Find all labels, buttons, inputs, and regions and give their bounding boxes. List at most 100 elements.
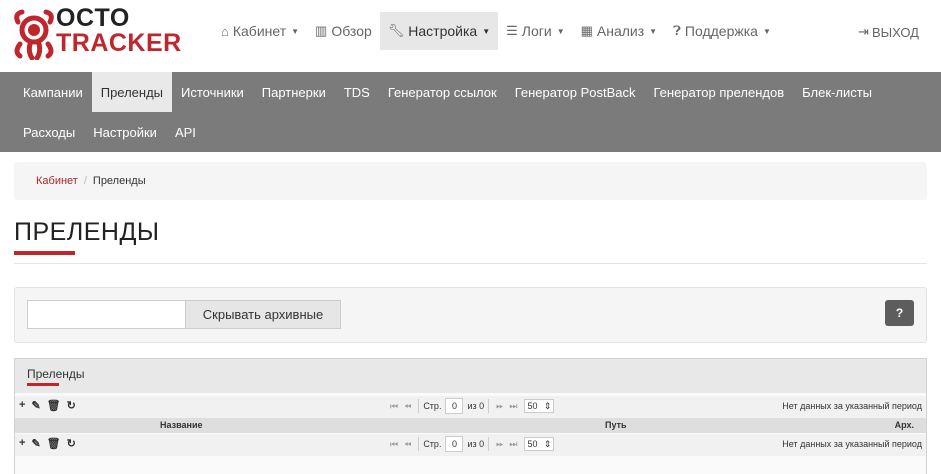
pager-separator [418, 399, 420, 413]
home-icon: ⌂ [221, 23, 229, 39]
nav-item-overview[interactable]: ▥ Обзор [307, 12, 380, 50]
filter-panel: Скрывать архивные ? [14, 287, 927, 343]
column-header-archived[interactable]: Арх. [895, 420, 914, 430]
question-circle-icon: ❓︎ [673, 23, 681, 38]
nav-item-label: Анализ [596, 23, 645, 39]
prev-page-icon[interactable]: ⏪︎ [404, 439, 411, 450]
grid-status-text: Нет данных за указанный период [782, 439, 922, 449]
caret-down-icon: ▼ [649, 26, 658, 36]
logo-text-octo: OCTO [56, 4, 130, 32]
next-page-icon[interactable]: ⏩︎ [496, 401, 503, 412]
nav-item-logs[interactable]: ☰ Логи ▼ [498, 12, 572, 50]
next-page-icon[interactable]: ⏩︎ [496, 439, 503, 450]
octo-tracker-logo[interactable]: OCTO TRACKER [12, 6, 187, 62]
subnav-item-settings[interactable]: Настройки [84, 112, 166, 152]
rows-per-page-select[interactable]: 50 ⇕ [524, 437, 555, 451]
grid-tools: + ✎ 🗑︎ ↻ [19, 399, 82, 412]
rows-per-page-value: 50 [527, 439, 538, 449]
question-icon: ? [895, 306, 904, 320]
grid-caption-underline [27, 383, 59, 386]
subnav-item-prelanding-generator[interactable]: Генератор прелендов [644, 72, 793, 112]
pagination: ⏮︎ ⏪︎ Стр. 0 из 0 ⏩︎ ⏭︎ 50 ⇕ [387, 436, 555, 452]
subnav-item-campaigns[interactable]: Кампании [14, 72, 92, 112]
page-input[interactable]: 0 [445, 436, 464, 452]
refresh-icon[interactable]: ↻ [67, 399, 76, 412]
help-button[interactable]: ? [885, 300, 914, 326]
refresh-icon[interactable]: ↻ [67, 437, 76, 450]
last-page-icon[interactable]: ⏭︎ [509, 439, 517, 450]
pager-separator [488, 399, 490, 413]
caret-down-icon: ▼ [556, 26, 565, 36]
add-icon[interactable]: + [19, 399, 25, 412]
nav-item-settings[interactable]: 🔧︎ Настройка ▼ [379, 12, 499, 50]
table-icon: ▦ [580, 23, 593, 38]
edit-icon[interactable]: ✎ [31, 437, 40, 450]
subnav-item-tds[interactable]: TDS [335, 72, 379, 112]
prev-page-icon[interactable]: ⏪︎ [404, 401, 411, 412]
caret-down-icon: ▼ [482, 26, 491, 36]
pagination: ⏮︎ ⏪︎ Стр. 0 из 0 ⏩︎ ⏭︎ 50 ⇕ [387, 398, 555, 414]
breadcrumb-home-link[interactable]: Кабинет [36, 175, 78, 187]
first-page-icon[interactable]: ⏮︎ [390, 401, 398, 412]
grid-bottom-pager: + ✎ 🗑︎ ↻ ⏮︎ ⏪︎ Стр. 0 из 0 ⏩︎ ⏭︎ 50 ⇕ Не… [15, 434, 926, 456]
subnav-item-blacklists[interactable]: Блек-листы [793, 72, 881, 112]
breadcrumb: Кабинет / Преленды [14, 162, 927, 200]
octopus-logo-icon [14, 9, 54, 60]
nav-item-label: Обзор [331, 23, 372, 39]
nav-item-support[interactable]: ❓︎ Поддержка ▼ [665, 12, 779, 50]
wrench-icon: 🔧︎ [387, 23, 405, 38]
hide-archived-button[interactable]: Скрывать архивные [185, 300, 341, 329]
edit-icon[interactable]: ✎ [31, 399, 40, 412]
grid-header-row: Название Путь Арх. [15, 418, 926, 433]
breadcrumb-current: Преленды [92, 175, 146, 187]
page-label: Стр. [423, 401, 442, 411]
subnav-item-sources[interactable]: Источники [172, 72, 253, 112]
page-title: ПРЕЛЕНДЫ [14, 218, 160, 246]
pager-separator [418, 437, 420, 451]
page-total: из 0 [467, 439, 485, 449]
subnav-item-expenses[interactable]: Расходы [14, 112, 84, 152]
grid-caption-title: Преленды [27, 367, 85, 381]
subnav-item-link-generator[interactable]: Генератор ссылок [379, 72, 506, 112]
sign-out-icon: ⇥ [858, 24, 869, 39]
nav-item-analysis[interactable]: ▦ Анализ ▼ [573, 12, 665, 50]
page-input[interactable]: 0 [445, 398, 464, 414]
pager-separator [488, 437, 490, 451]
rows-per-page-select[interactable]: 50 ⇕ [524, 399, 555, 413]
rows-per-page-value: 50 [527, 401, 538, 411]
column-header-name[interactable]: Название [160, 420, 202, 430]
logout-button[interactable]: ⇥ ВЫХОД [858, 24, 919, 40]
subnav-item-postback-generator[interactable]: Генератор PostBack [506, 72, 645, 112]
last-page-icon[interactable]: ⏭︎ [509, 401, 517, 412]
column-header-path[interactable]: Путь [605, 420, 627, 430]
logout-label: ВЫХОД [871, 24, 919, 40]
subnav-item-api[interactable]: API [166, 112, 205, 152]
grid-caption: Преленды [15, 359, 926, 393]
add-icon[interactable]: + [19, 437, 25, 450]
filter-input[interactable] [27, 300, 185, 329]
settings-subnav: Кампании Преленды Источники Партнерки TD… [0, 72, 941, 152]
top-header: OCTO TRACKER ⌂ Кабинет ▼ ▥ Обзор 🔧︎ Наст… [0, 0, 941, 72]
subnav-row-2: Расходы Настройки API [14, 112, 205, 152]
subnav-item-prelandings[interactable]: Преленды [91, 72, 173, 112]
trash-icon[interactable]: 🗑︎ [47, 437, 61, 450]
subnav-item-partners[interactable]: Партнерки [253, 72, 335, 112]
nav-item-cabinet[interactable]: ⌂ Кабинет ▼ [213, 12, 307, 50]
first-page-icon[interactable]: ⏮︎ [390, 439, 398, 450]
trash-icon[interactable]: 🗑︎ [47, 399, 61, 412]
nav-item-label: Поддержка [684, 23, 758, 39]
bar-chart-icon: ▥ [315, 23, 328, 38]
title-divider [14, 263, 927, 264]
grid-status-text: Нет данных за указанный период [782, 401, 922, 411]
prelandings-grid: Преленды + ✎ 🗑︎ ↻ ⏮︎ ⏪︎ Стр. 0 из 0 ⏩︎ ⏭… [14, 358, 927, 474]
grid-tools: + ✎ 🗑︎ ↻ [19, 437, 82, 450]
grid-top-pager: + ✎ 🗑︎ ↻ ⏮︎ ⏪︎ Стр. 0 из 0 ⏩︎ ⏭︎ 50 ⇕ Не… [15, 396, 926, 418]
select-arrows-icon: ⇕ [543, 438, 552, 449]
page-total: из 0 [467, 401, 485, 411]
select-arrows-icon: ⇕ [543, 400, 552, 411]
nav-item-label: Логи [521, 23, 552, 39]
logo-text-tracker: TRACKER [56, 29, 182, 57]
subnav-row-1: Кампании Преленды Источники Партнерки TD… [14, 72, 881, 112]
title-underline [14, 251, 75, 255]
caret-down-icon: ▼ [762, 26, 771, 36]
